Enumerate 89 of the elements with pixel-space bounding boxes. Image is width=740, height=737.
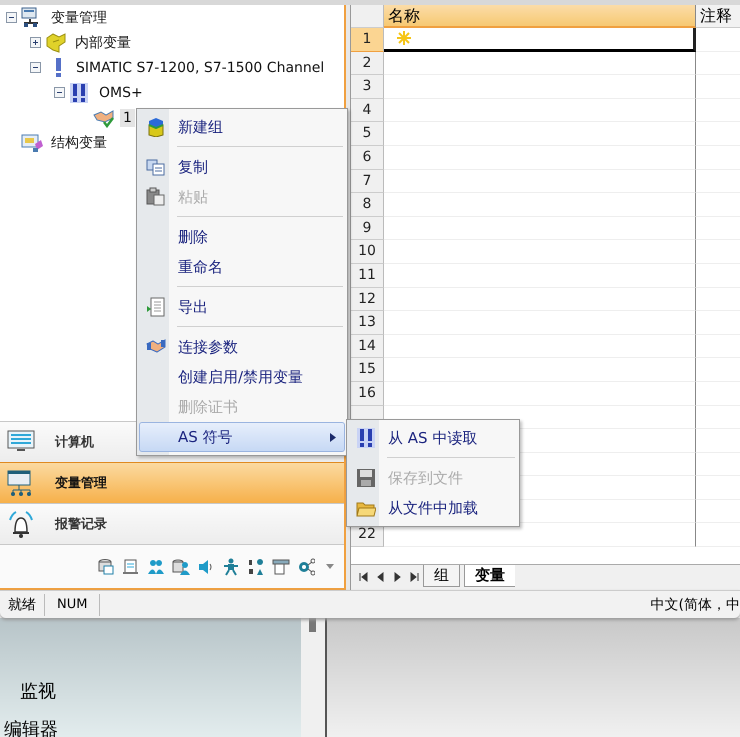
row-number[interactable]: 8 [351, 193, 384, 217]
scrollbar-thumb[interactable] [309, 618, 316, 632]
table-cell[interactable] [384, 358, 696, 382]
numbered-list-icon[interactable] [247, 558, 265, 576]
menu-item[interactable]: 删除 [139, 222, 345, 252]
table-cell[interactable] [384, 122, 696, 146]
dropdown-caret-icon [326, 564, 334, 569]
collapse-icon[interactable] [54, 87, 65, 98]
table-icon[interactable] [272, 558, 290, 576]
previous-page-icon[interactable] [376, 572, 385, 582]
figure-icon[interactable] [222, 558, 240, 576]
table-cell[interactable] [384, 98, 696, 122]
row-number[interactable]: 16 [351, 382, 384, 406]
collapse-icon[interactable] [30, 62, 41, 73]
structure-icon [21, 132, 43, 154]
clipboard-icon [146, 187, 166, 207]
table-cell[interactable] [384, 146, 696, 170]
table-cell[interactable] [384, 28, 696, 52]
collapse-icon[interactable] [6, 12, 17, 23]
row-number[interactable]: 9 [351, 216, 384, 240]
nav-item[interactable]: 编辑器 [0, 711, 301, 737]
sheet-tab[interactable]: 组 [423, 565, 460, 587]
cube-stack-icon [146, 117, 166, 137]
menu-item[interactable]: 复制 [139, 152, 345, 182]
user-database-icon[interactable] [172, 558, 190, 576]
database-icon[interactable] [97, 558, 115, 576]
row-number[interactable]: 13 [351, 311, 384, 335]
column-header[interactable]: 注释 [696, 5, 740, 28]
status-text: 中文(简体，中 [650, 596, 740, 614]
row-number[interactable]: 6 [351, 146, 384, 170]
tree-item[interactable]: OMS+ [96, 84, 146, 102]
menu-item[interactable]: 导出 [139, 292, 345, 322]
row-number[interactable]: 12 [351, 288, 384, 312]
table-cell[interactable] [384, 382, 696, 406]
gear-network-icon[interactable] [297, 558, 315, 576]
table-cell[interactable] [384, 240, 696, 264]
menu-item[interactable]: 新建组 [139, 112, 345, 142]
header-corner [351, 5, 384, 28]
status-text: 就绪 [0, 594, 45, 616]
first-page-icon[interactable] [359, 572, 368, 582]
row-number[interactable]: 4 [351, 98, 384, 122]
users-icon[interactable] [147, 558, 165, 576]
row-number[interactable]: 10 [351, 240, 384, 264]
nav-button[interactable]: 报警记录 [0, 503, 344, 544]
menu-item[interactable]: 从 AS 中读取 [349, 423, 517, 453]
tree-item[interactable]: SIMATIC S7-1200, S7-1500 Channel [73, 58, 328, 76]
sheet-tab[interactable]: 变量 [464, 565, 515, 587]
table-cell[interactable] [384, 52, 696, 76]
submenu-arrow-icon [330, 432, 336, 442]
table-cell[interactable] [384, 334, 696, 358]
row-number[interactable]: 1 [351, 28, 384, 52]
row-number[interactable]: 11 [351, 264, 384, 288]
expand-icon[interactable] [30, 37, 41, 48]
status-text: NUM [45, 594, 100, 616]
row-number[interactable]: 5 [351, 122, 384, 146]
column-header[interactable]: 名称 [384, 5, 696, 28]
table-cell[interactable] [384, 288, 696, 312]
menu-item[interactable]: AS 符号 [139, 422, 345, 452]
table-cell[interactable] [384, 264, 696, 288]
table-cell[interactable] [384, 311, 696, 335]
double-exclamation-icon [69, 82, 91, 104]
table-cell[interactable] [384, 75, 696, 99]
row-number[interactable]: 7 [351, 170, 384, 194]
copy-icon [146, 157, 166, 177]
tree-item[interactable]: 1 [120, 108, 135, 126]
tree-item[interactable]: 内部变量 [72, 32, 134, 52]
menu-item[interactable]: 创建启用/禁用变量 [139, 362, 345, 392]
next-page-icon[interactable] [393, 572, 402, 582]
double-exclamation-icon [356, 428, 376, 448]
nav-item[interactable]: 监视 [0, 673, 301, 711]
row-number[interactable]: 2 [351, 52, 384, 76]
document-icon[interactable] [122, 558, 140, 576]
row-number[interactable]: 14 [351, 334, 384, 358]
row-number[interactable]: 3 [351, 75, 384, 99]
star-icon [396, 30, 412, 46]
tree-item[interactable]: 结构变量 [48, 132, 110, 152]
export-icon [146, 297, 166, 317]
cubes-icon [45, 32, 67, 54]
table-cell[interactable] [384, 193, 696, 217]
last-page-icon[interactable] [410, 572, 419, 582]
menu-item[interactable]: 连接参数 [139, 332, 345, 362]
nav-button[interactable]: 变量管理 [0, 462, 344, 503]
bell-icon [6, 510, 36, 538]
row-number[interactable]: 15 [351, 358, 384, 382]
tree-item[interactable]: 变量管理 [48, 8, 110, 28]
table-cell[interactable] [384, 170, 696, 194]
menu-item[interactable]: 从文件中加载 [349, 493, 517, 523]
menu-item[interactable]: 重命名 [139, 252, 345, 282]
table-cell[interactable] [384, 216, 696, 240]
